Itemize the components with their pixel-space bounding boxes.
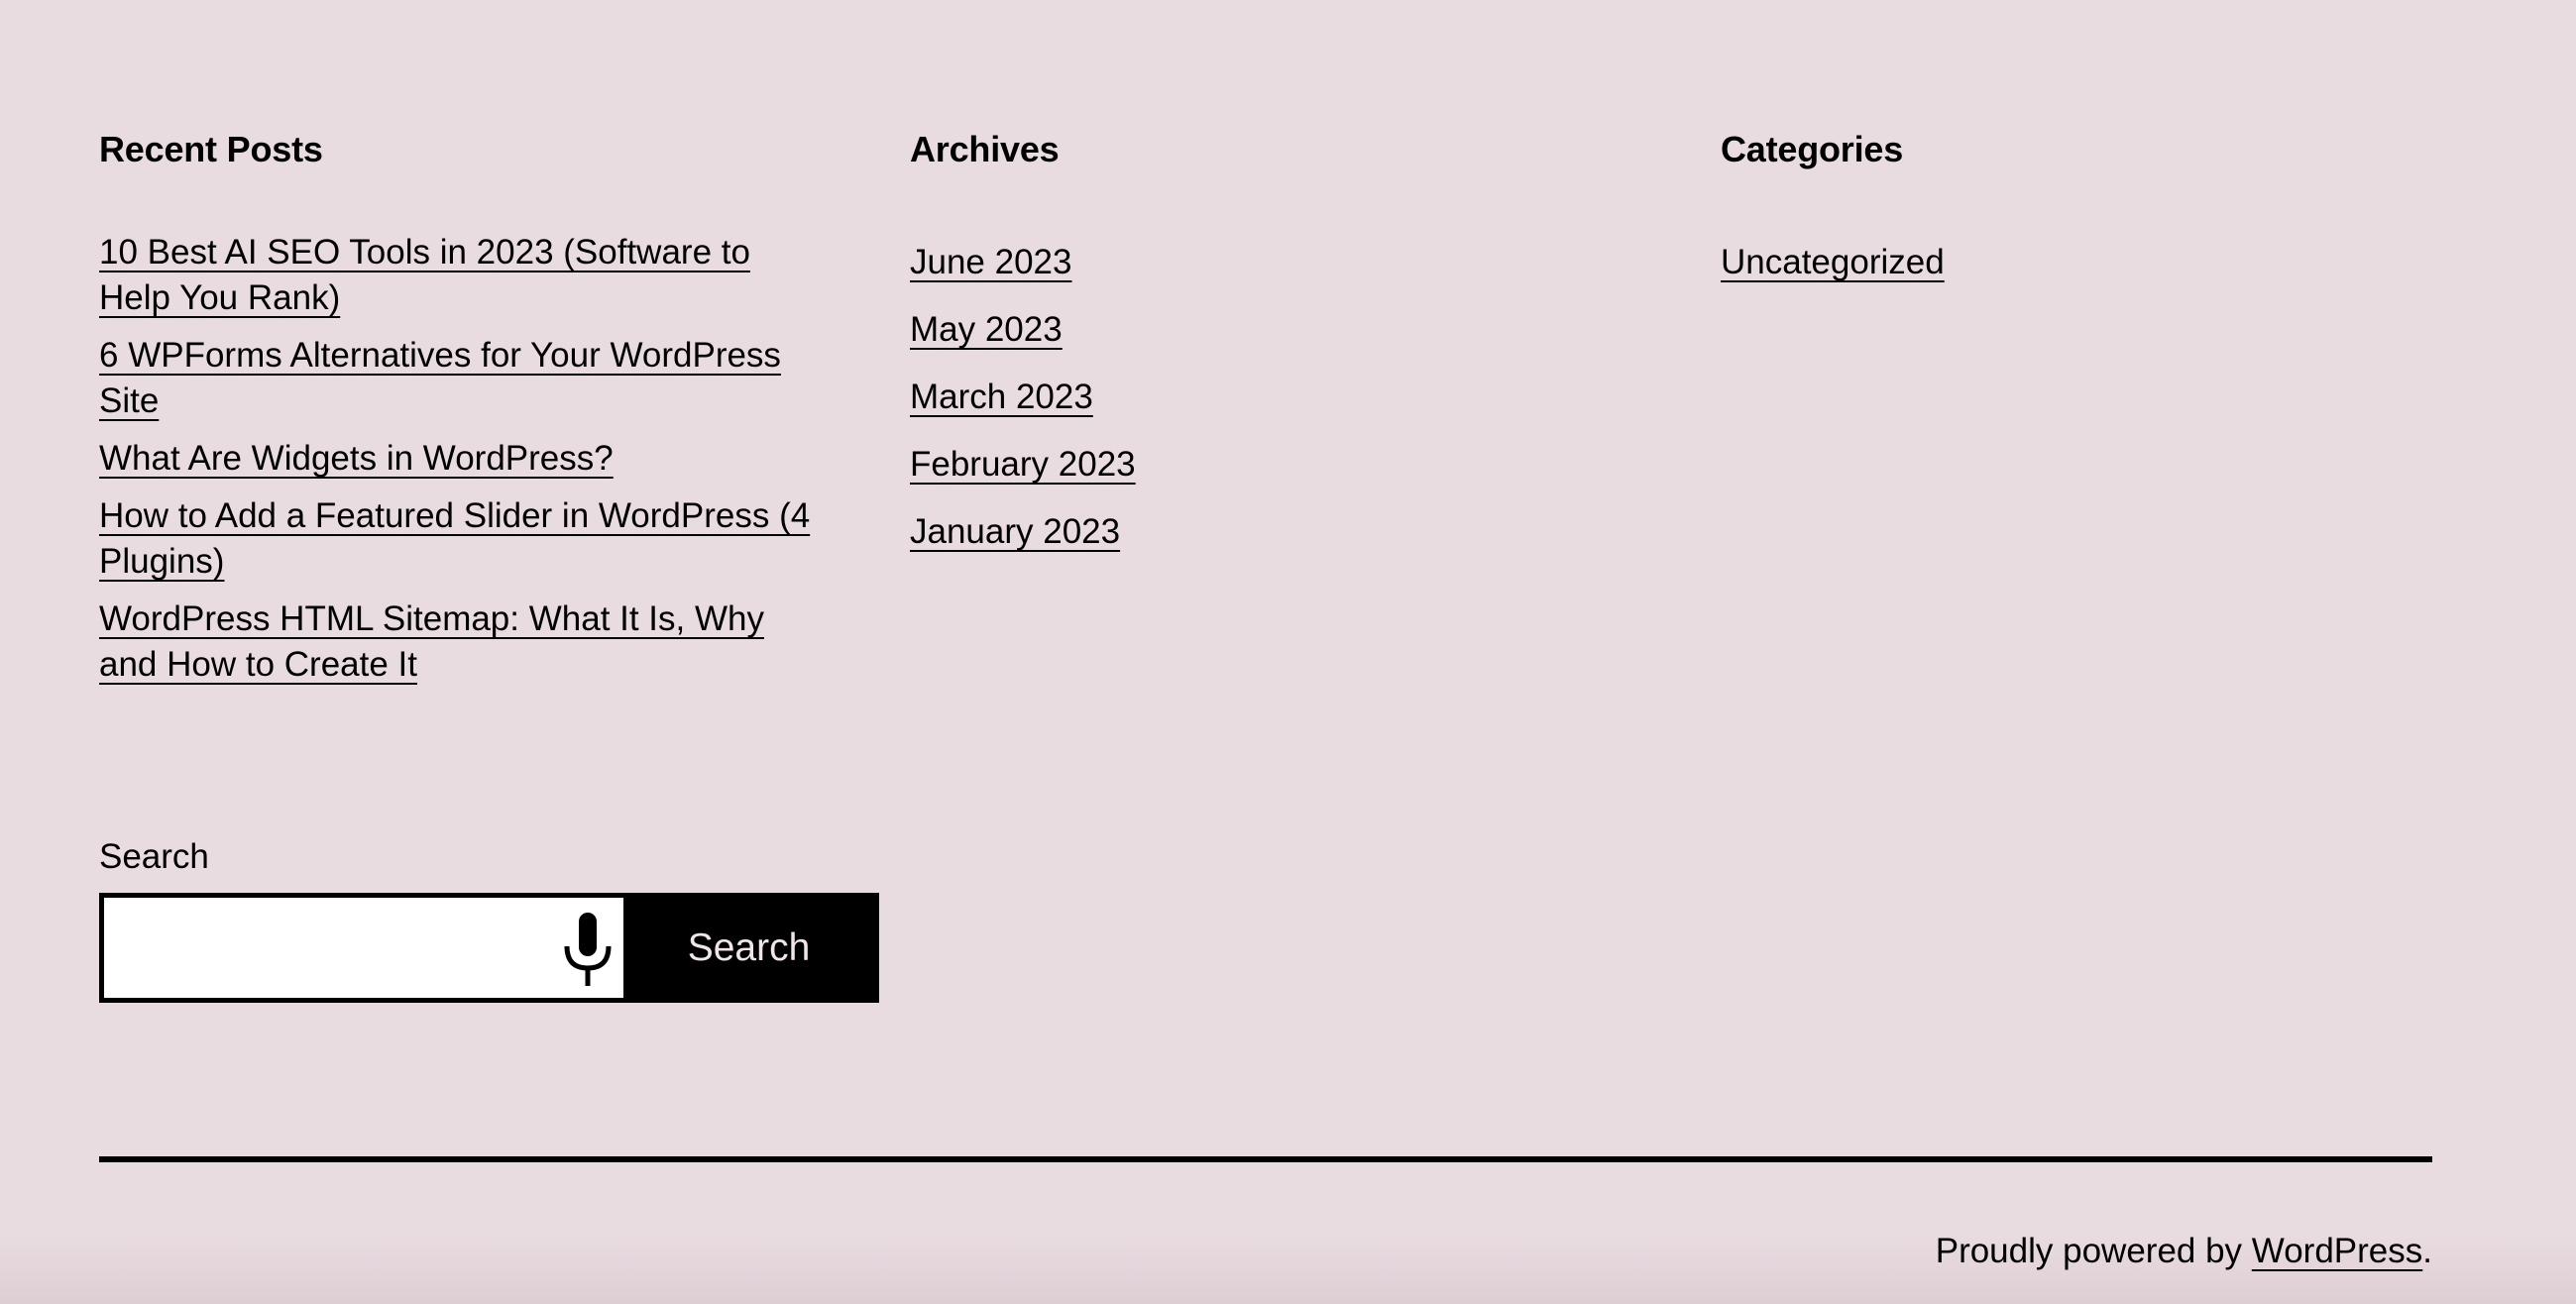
search-input-wrap — [104, 898, 623, 998]
archives-list: June 2023 May 2023 March 2023 February 2… — [910, 240, 1604, 555]
credit-prefix: Proudly powered by — [1935, 1232, 2252, 1270]
list-item: Uncategorized — [1721, 240, 2414, 285]
recent-posts-list: 10 Best AI SEO Tools in 2023 (Software t… — [99, 230, 813, 688]
search-label: Search — [99, 837, 209, 876]
categories-widget: Categories Uncategorized — [1721, 127, 2414, 307]
credit-suffix: . — [2422, 1232, 2432, 1270]
search-widget: Search Search — [99, 835, 879, 1003]
categories-title: Categories — [1721, 129, 1904, 169]
archive-link[interactable]: May 2023 — [910, 310, 1063, 349]
search-input[interactable] — [104, 898, 623, 998]
list-item: What Are Widgets in WordPress? — [99, 436, 813, 482]
recent-posts-widget: Recent Posts 10 Best AI SEO Tools in 202… — [99, 127, 813, 700]
category-link[interactable]: Uncategorized — [1721, 243, 1945, 281]
archive-link[interactable]: February 2023 — [910, 445, 1136, 484]
list-item: How to Add a Featured Slider in WordPres… — [99, 493, 813, 585]
search-bar: Search — [99, 893, 879, 1003]
microphone-icon[interactable] — [560, 911, 616, 988]
footer-credit: Proudly powered by WordPress. — [1936, 1229, 2432, 1274]
recent-posts-title: Recent Posts — [99, 129, 323, 169]
archive-link[interactable]: March 2023 — [910, 378, 1093, 416]
list-item: June 2023 — [910, 240, 1604, 285]
recent-post-link[interactable]: WordPress HTML Sitemap: What It Is, Why … — [99, 599, 764, 684]
list-item: 6 WPForms Alternatives for Your WordPres… — [99, 333, 813, 424]
archive-link[interactable]: January 2023 — [910, 512, 1120, 551]
search-button[interactable]: Search — [623, 898, 874, 998]
recent-post-link[interactable]: 6 WPForms Alternatives for Your WordPres… — [99, 336, 781, 420]
recent-post-link[interactable]: 10 Best AI SEO Tools in 2023 (Software t… — [99, 233, 750, 317]
wordpress-link[interactable]: WordPress — [2252, 1232, 2422, 1270]
archives-widget: Archives June 2023 May 2023 March 2023 F… — [910, 127, 1604, 577]
list-item: May 2023 — [910, 307, 1604, 353]
categories-list: Uncategorized — [1721, 240, 2414, 285]
archive-link[interactable]: June 2023 — [910, 243, 1071, 281]
list-item: February 2023 — [910, 442, 1604, 488]
archives-title: Archives — [910, 129, 1060, 169]
recent-post-link[interactable]: How to Add a Featured Slider in WordPres… — [99, 496, 810, 581]
footer-separator — [99, 1156, 2432, 1162]
recent-post-link[interactable]: What Are Widgets in WordPress? — [99, 439, 614, 478]
list-item: January 2023 — [910, 509, 1604, 555]
list-item: March 2023 — [910, 375, 1604, 420]
list-item: 10 Best AI SEO Tools in 2023 (Software t… — [99, 230, 813, 321]
list-item: WordPress HTML Sitemap: What It Is, Why … — [99, 597, 813, 688]
